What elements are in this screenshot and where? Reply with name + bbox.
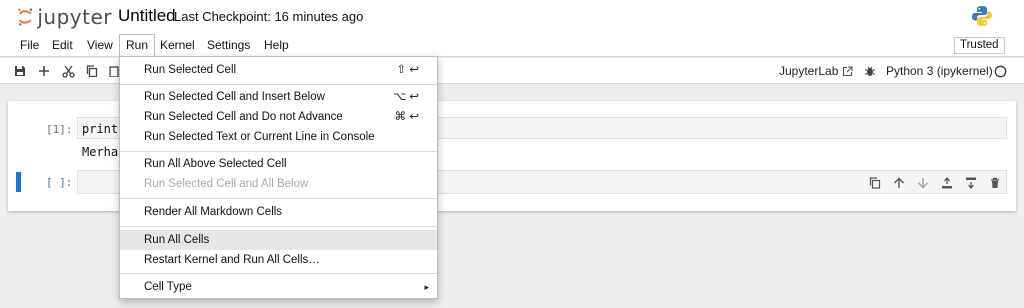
jupyterlab-link[interactable]: JupyterLab [779,64,838,78]
active-cell-indicator [16,172,21,192]
run-selected-and-below: Run Selected Cell and All Below [120,174,437,194]
menu-item-label: Run Selected Cell and Do not Advance [144,111,343,123]
copy-icon[interactable] [84,63,100,79]
restart-kernel-run-all[interactable]: Restart Kernel and Run All Cells… [120,250,437,270]
notebook-header: jupyter Untitled Last Checkpoint: 16 min… [0,0,1024,34]
notebook-title[interactable]: Untitled [118,6,176,26]
shortcut-label: ⌘ ↩ [394,111,419,123]
cell-2-prompt: [ ]: [46,176,73,189]
menu-help[interactable]: Help [258,34,295,57]
menu-view[interactable]: View [81,34,119,57]
trusted-indicator[interactable]: Trusted [954,37,1005,54]
menu-divider [120,273,437,274]
jupyter-logo-icon [18,8,33,26]
cut-icon[interactable] [60,63,76,79]
menu-item-label: Run Selected Cell and Insert Below [144,91,325,103]
menu-divider [120,151,437,152]
cell-1-prompt: [1]: [46,123,73,136]
run-all-cells[interactable]: Run All Cells [120,230,437,250]
move-down-icon[interactable] [916,176,930,190]
menubar: File Edit View Run Kernel Settings Help [0,34,1024,57]
move-up-icon[interactable] [892,176,906,190]
kernel-status-idle-icon [992,63,1008,79]
cell-type-submenu[interactable]: Cell Type ▸ [120,277,437,297]
add-cell-icon[interactable] [36,63,52,79]
run-all-above[interactable]: Run All Above Selected Cell [120,154,437,174]
logo-text: jupyter [37,5,112,29]
run-selected-cell[interactable]: Run Selected Cell ⇧ ↩ [120,60,437,80]
debugger-bug-icon[interactable] [862,63,878,79]
menu-run[interactable]: Run [119,34,156,57]
menu-item-label: Run All Above Selected Cell [144,158,287,170]
menu-kernel[interactable]: Kernel [154,34,201,57]
jupyter-logo[interactable]: jupyter [17,4,112,30]
python-logo-icon [972,6,992,26]
menu-item-label: Cell Type [144,281,192,293]
submenu-arrow-icon: ▸ [424,282,429,292]
delete-cell-icon[interactable] [988,176,1002,190]
menu-edit[interactable]: Edit [46,34,79,57]
shortcut-label: ⇧ ↩ [396,64,419,76]
menu-file[interactable]: File [14,34,45,57]
shortcut-label: ⌥ ↩ [392,91,419,103]
menu-item-label: Run Selected Cell [144,64,237,76]
menu-divider [120,226,437,227]
render-all-markdown[interactable]: Render All Markdown Cells [120,202,437,222]
menu-divider [120,84,437,85]
menu-item-label: Run All Cells [144,234,210,246]
checkpoint-status: Last Checkpoint: 16 minutes ago [174,9,364,24]
menu-item-label: Run Selected Cell and All Below [144,178,309,190]
menu-item-label: Render All Markdown Cells [144,206,283,218]
save-icon[interactable] [12,63,28,79]
menu-item-label: Run Selected Text or Current Line in Con… [144,131,375,143]
insert-above-icon[interactable] [940,176,954,190]
external-link-icon[interactable] [839,63,855,79]
kernel-name[interactable]: Python 3 (ipykernel) [886,64,993,78]
run-selected-cell-no-advance[interactable]: Run Selected Cell and Do not Advance ⌘ ↩ [120,107,437,127]
menu-divider [120,198,437,199]
run-menu: Run Selected Cell ⇧ ↩ Run Selected Cell … [119,56,438,299]
menu-settings[interactable]: Settings [201,34,256,57]
menu-item-label: Restart Kernel and Run All Cells… [144,254,320,266]
run-selected-text-in-console[interactable]: Run Selected Text or Current Line in Con… [120,127,437,147]
duplicate-cell-icon[interactable] [868,176,882,190]
run-selected-cell-insert-below[interactable]: Run Selected Cell and Insert Below ⌥ ↩ [120,87,437,107]
insert-below-icon[interactable] [964,176,978,190]
